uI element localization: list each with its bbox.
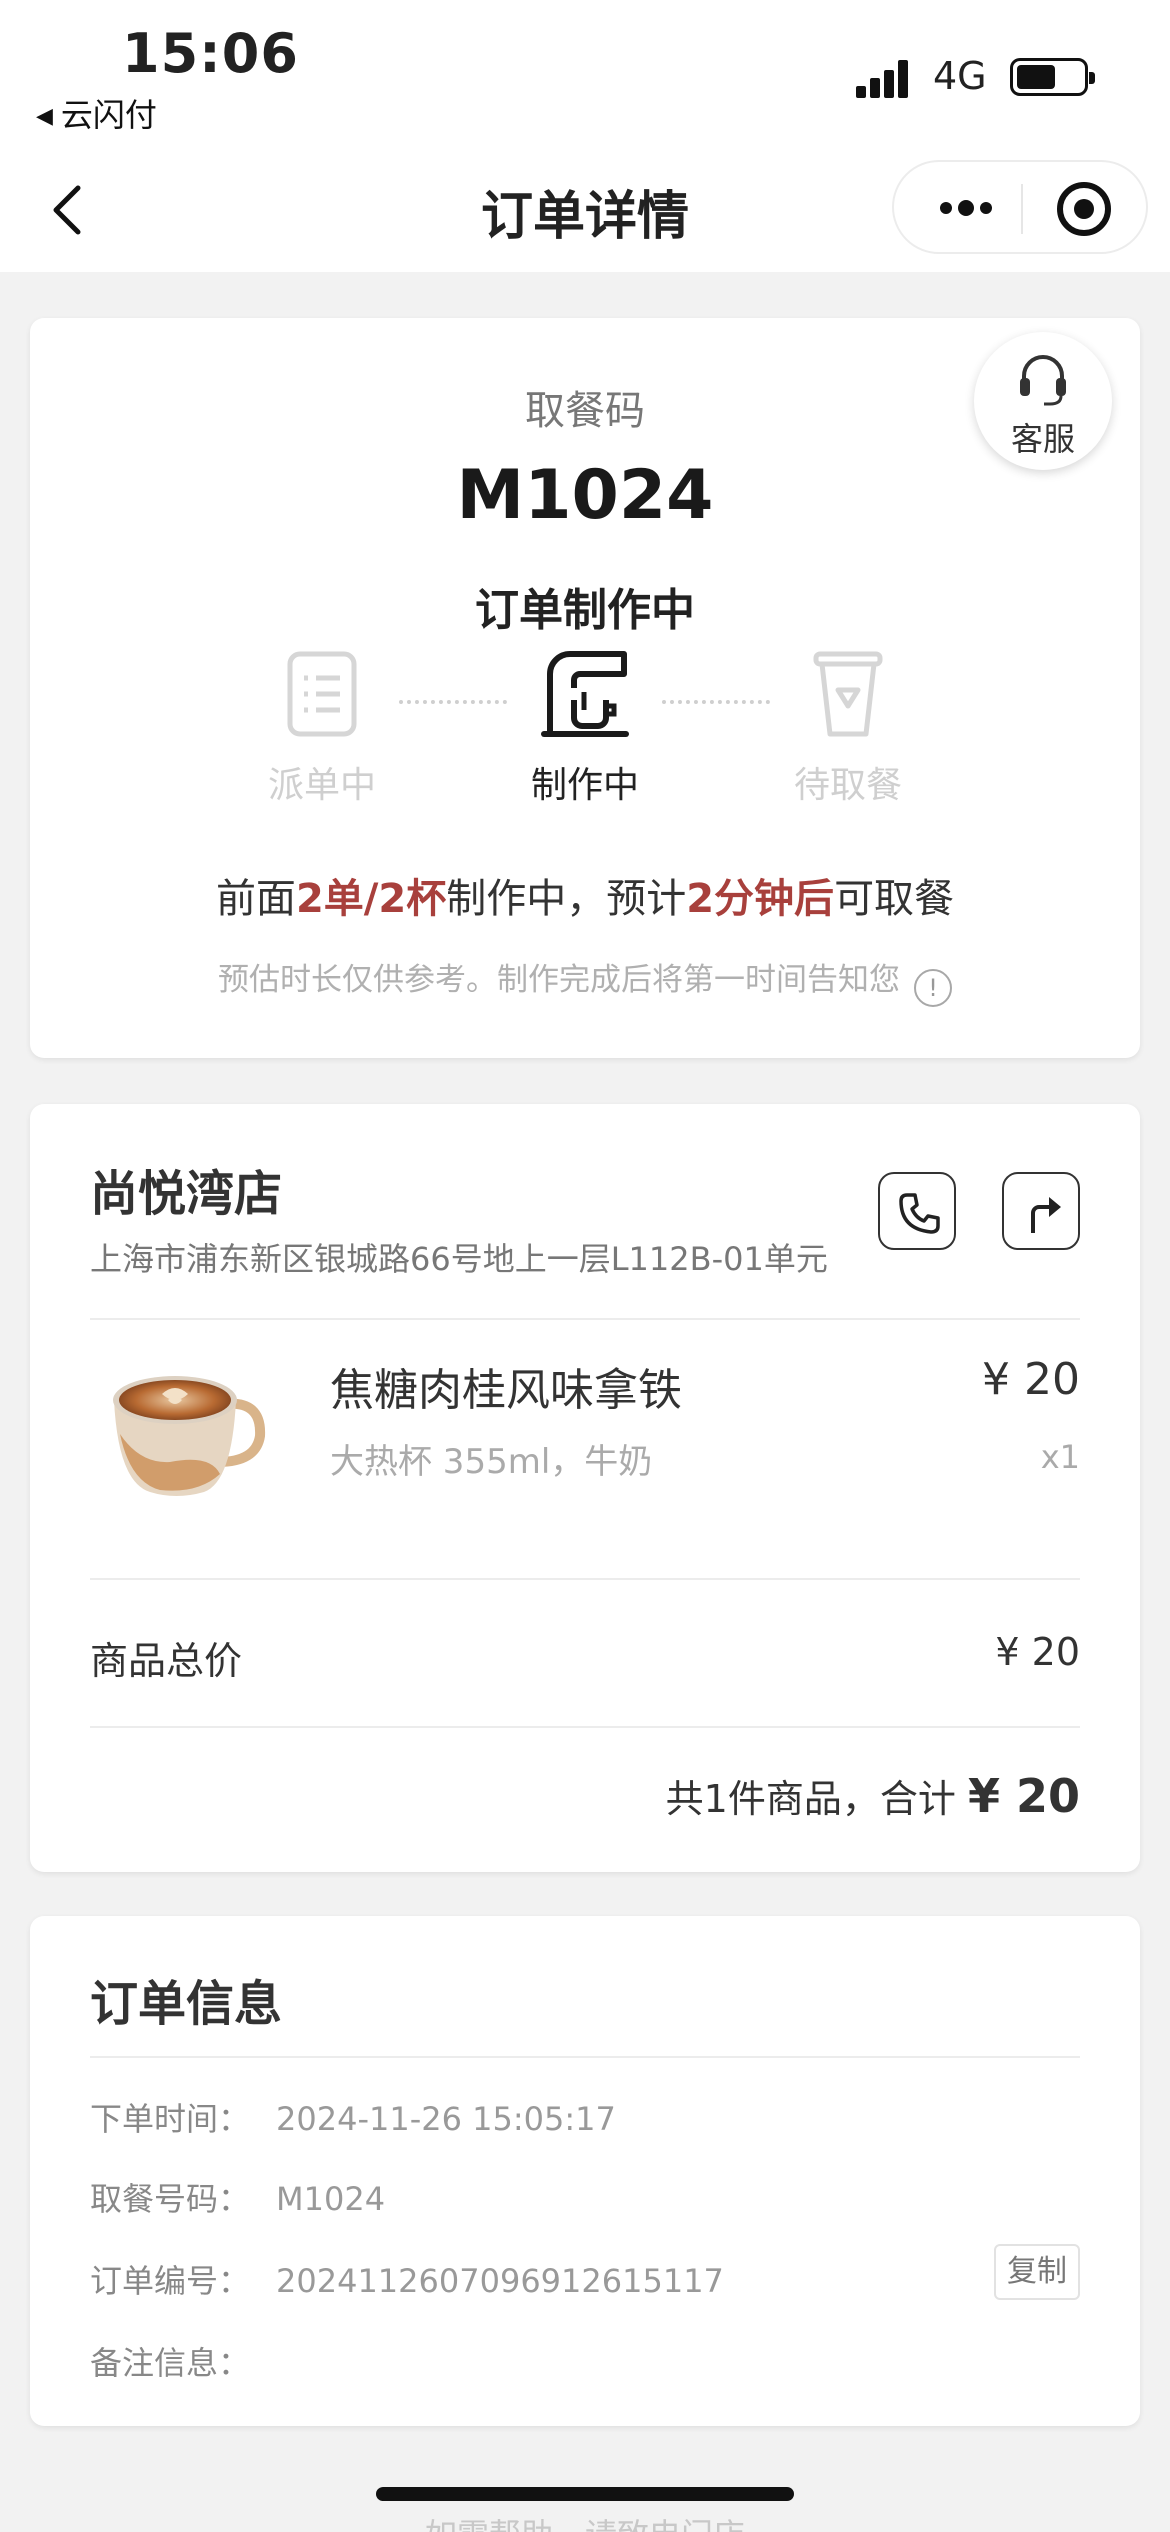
order-status: 订单制作中 — [475, 585, 695, 636]
status-time: 15:06 — [122, 22, 299, 85]
mini-program-capsule — [892, 160, 1148, 254]
order-number-row: 订单编号： 20241126070969126151​17 — [90, 2262, 724, 2300]
queue-count: 2单/2杯 — [295, 876, 447, 922]
product-spec: 大热杯 355ml，牛奶 — [330, 1442, 653, 1482]
queue-status: 前面2单/2杯制作中，预计2分钟后可取餐 — [215, 876, 955, 922]
cup-icon — [813, 651, 883, 737]
info-icon[interactable]: ! — [914, 969, 952, 1007]
status-bar: 15:06 ◀ 云闪付 4G — [0, 0, 1170, 150]
step-dispatching: 派单中 — [242, 648, 402, 808]
subtotal-label: 商品总价 — [90, 1639, 243, 1683]
back-triangle-icon: ◀ — [36, 104, 53, 129]
eta: 2分钟后 — [686, 876, 835, 922]
pickup-code-label: 取餐码 — [525, 388, 645, 434]
network-type: 4G — [933, 54, 987, 98]
store-order-card: 尚悦湾店 上海市浦东新区银城路66号地上一层L112B-01单元 焦糖肉桂风味拿… — [30, 1104, 1140, 1872]
product-quantity: x1 — [1040, 1438, 1080, 1476]
receipt-icon — [287, 651, 357, 737]
product-price: ¥ 20 — [982, 1354, 1080, 1405]
route-icon — [1031, 1197, 1061, 1233]
order-info-card: 订单信息 下单时间： 2024-11-26 15:05:17 取餐号码： M1024… — [30, 1916, 1140, 2426]
store-address: 上海市浦东新区银城路66号地上一层L112B-01单元 — [90, 1240, 828, 1278]
step-awaiting-pickup: 待取餐 — [768, 648, 928, 808]
subtotal-value: ¥ 20 — [995, 1630, 1080, 1674]
pickup-code: M1024 — [456, 456, 714, 535]
nav-bar: 订单详情 — [0, 150, 1170, 272]
step-making: 制作中 — [505, 648, 665, 808]
step-label: 派单中 — [267, 765, 376, 806]
call-store-button[interactable] — [878, 1172, 956, 1250]
phone-icon — [899, 1193, 940, 1234]
store-name: 尚悦湾店 — [90, 1166, 283, 1222]
order-total: 共1件商品，合计 ¥ 20 — [665, 1769, 1080, 1823]
copy-order-number-button[interactable]: 复制 — [994, 2244, 1080, 2300]
close-mini-program-button[interactable] — [1057, 182, 1111, 236]
estimate-note: 预估时长仅供参考。制作完成后将第一时间告知您! — [30, 954, 1140, 1007]
footer-help-hint: 如需帮助，请致电门店 — [0, 2510, 1170, 2532]
navigate-button[interactable] — [1002, 1172, 1080, 1250]
order-time-row: 下单时间： 2024-11-26 15:05:17 — [90, 2100, 616, 2138]
product-image — [100, 1354, 270, 1504]
more-button[interactable] — [924, 162, 1004, 256]
back-to-app-link[interactable]: ◀ 云闪付 — [36, 90, 157, 136]
coffee-machine-icon — [541, 651, 629, 737]
remarks-row: 备注信息： — [90, 2344, 251, 2382]
step-label: 制作中 — [530, 765, 639, 806]
pickup-number-row: 取餐号码： M1024 — [90, 2180, 386, 2218]
order-info-title: 订单信息 — [90, 1976, 283, 2032]
step-label: 待取餐 — [793, 765, 902, 806]
pickup-card: 客服 取餐码 M1024 订单制作中 派单中 制作中 待取餐 前面2单/2杯制作… — [30, 318, 1140, 1058]
product-name: 焦糖肉桂风味拿铁 — [330, 1365, 682, 1416]
battery-icon — [1010, 58, 1095, 96]
total-amount: ¥ 20 — [967, 1769, 1080, 1823]
home-indicator — [376, 2487, 794, 2501]
back-app-label: 云闪付 — [60, 96, 157, 134]
signal-icon — [856, 56, 916, 98]
